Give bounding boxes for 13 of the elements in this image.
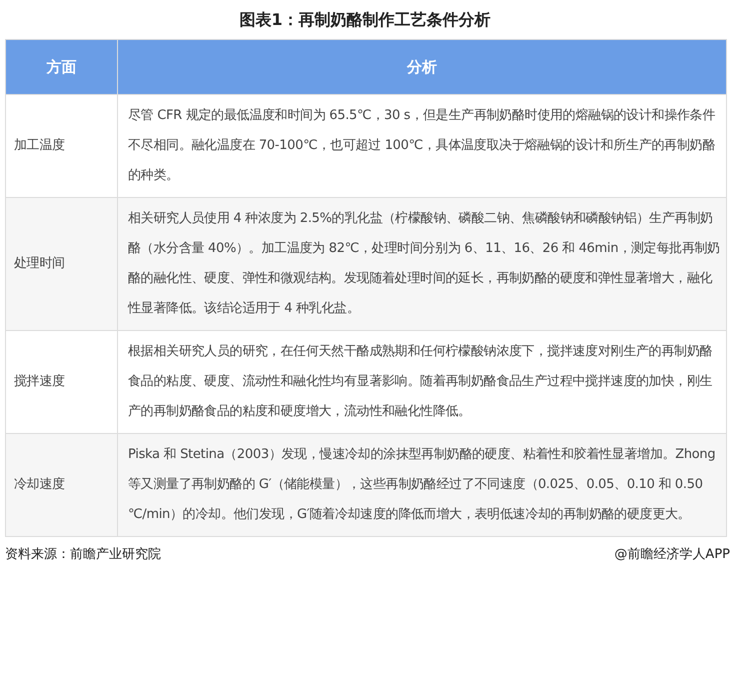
table-cell: 根据相关研究人员的研究，在任何天然干酪成熟期和任何柠檬酸钠浓度下，搅拌速度对刚生产的再制奶酪食品的粘度、硬度、流动性和融化性均有显著影响。随着再制奶酪食品生产过程中搅拌速度的加快，刚生产的再制奶酪食品的粘度和硬度增大，流动性和融化性降低。 — [118, 330, 726, 434]
table-cell: 冷却速度 — [6, 434, 118, 536]
chart-title: 图表1：再制奶酪制作工艺条件分析 — [238, 10, 492, 31]
table-cell: Piska 和 Stetina（2003）发现，慢速冷却的涂抹型再制奶酪的硬度、粘着性和胶着性显著增加。Zhong 等又测量了再制奶酪的 G′（储能模量），这些再制奶酪经过了不同速度（0.025、0.05、0.10 和 0.50 ℃/min）的冷却。他们发现，G′随着冷却速度的降低而增大，表明低速冷却的再制奶酪的硬度更大。 — [118, 434, 726, 536]
column-header: 分析 — [118, 40, 726, 94]
source-note: 资料来源：前瞻产业研究院 — [5, 546, 161, 563]
table-cell: 处理时间 — [6, 198, 118, 330]
table-cell: 相关研究人员使用 4 种浓度为 2.5%的乳化盐（柠檬酸钠、磷酸二钠、焦磷酸钠和磷酸钠铝）生产再制奶酪（水分含量 40%）。加工温度为 82℃，处理时间分别为 6、11、16、26 和 46min，测定每批再制奶酪的融化性、硬度、弹性和微观结构。发现随着处理时间的延长，再制奶酪的硬度和弹性显著增大，融化性显著降低。该结论适用于 4 种乳化盐。 — [118, 198, 726, 330]
credit-note: @前瞻经济学人APP — [614, 546, 730, 563]
table-cell: 尽管 CFR 规定的最低温度和时间为 65.5℃，30 s，但是生产再制奶酪时使用的熔融锅的设计和操作条件不尽相同。融化温度在 70-100℃，也可超过 100℃，具体温度取决于熔融锅的设计和所生产的再制奶酪的种类。 — [118, 94, 726, 198]
column-header: 方面 — [6, 40, 118, 94]
table-cell: 加工温度 — [6, 94, 118, 198]
table-cell: 搅拌速度 — [6, 330, 118, 434]
